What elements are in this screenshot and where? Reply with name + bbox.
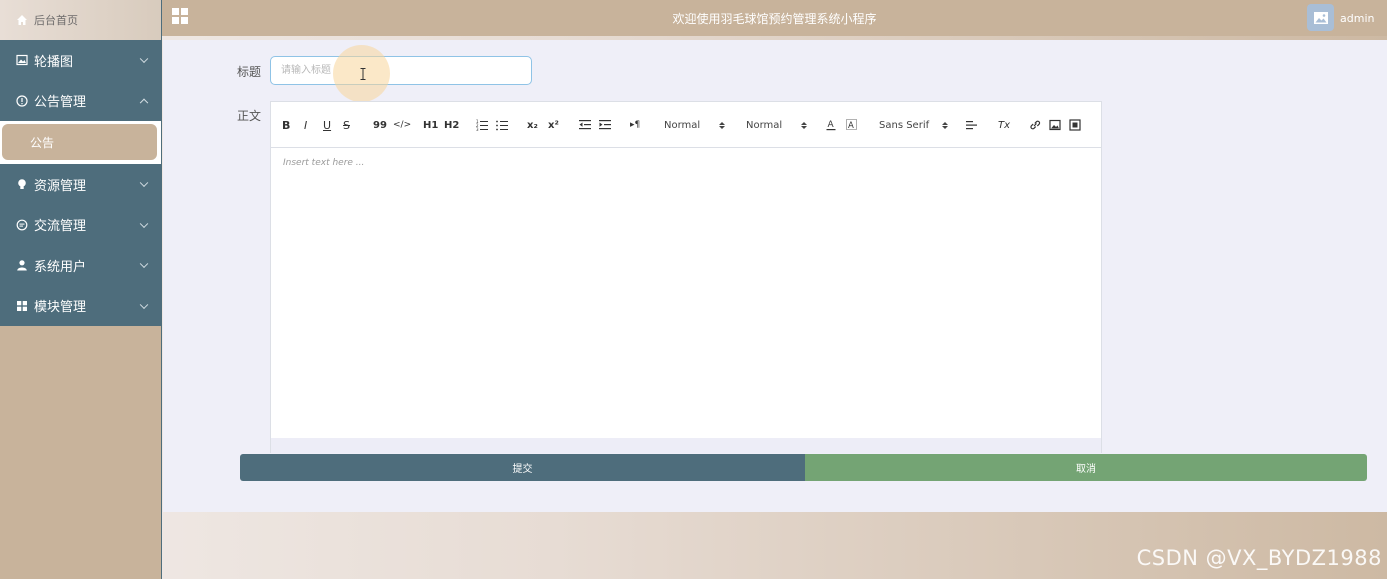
clear-format-button[interactable]: Tx [998, 117, 1010, 133]
svg-text:3: 3 [476, 127, 479, 132]
editor-toolbar: B I U S 99 </> H1 H2 123 x₂ x² ▸¶ Normal… [271, 102, 1101, 148]
header-select[interactable]: Normal [746, 117, 808, 133]
sidebar-item-resources[interactable]: 资源管理 [0, 164, 161, 205]
align-left-icon[interactable] [966, 117, 978, 133]
sidebar-item-label: 交流管理 [34, 219, 87, 235]
ordered-list-icon[interactable]: 123 [476, 117, 488, 133]
chevron-down-icon [139, 300, 149, 309]
svg-text:A: A [828, 120, 835, 130]
sidebar-home-label: 后台首页 [34, 14, 78, 27]
sidebar-item-label: 模块管理 [34, 300, 87, 316]
strike-button[interactable]: S [343, 117, 350, 133]
select-arrows-icon [719, 121, 725, 129]
image-icon [16, 54, 28, 66]
font-select-value: Sans Serif [879, 119, 930, 131]
cancel-button[interactable]: 取消 [805, 454, 1367, 481]
bullet-list-icon[interactable] [496, 117, 508, 133]
sidebar-item-label: 轮播图 [34, 54, 74, 70]
chevron-down-icon [139, 54, 149, 64]
h1-button[interactable]: H1 [423, 117, 438, 133]
sidebar-subitem-announcement[interactable]: 公告 [2, 124, 157, 160]
info-circle-icon [16, 95, 28, 107]
h2-button[interactable]: H2 [444, 117, 459, 133]
sidebar: 后台首页 轮播图 公告管理 公告 资源管理 交流管理 系统用户 模块管理 [0, 0, 162, 579]
editor-placeholder: Insert text here ... [283, 158, 365, 168]
select-arrows-icon [942, 121, 948, 129]
image-icon[interactable] [1049, 117, 1061, 133]
editor-content-area[interactable]: Insert text here ... [271, 148, 1101, 438]
underline-button[interactable]: U [323, 117, 331, 133]
svg-text:A: A [848, 121, 854, 131]
sidebar-item-carousel[interactable]: 轮播图 [0, 40, 161, 81]
avatar[interactable] [1307, 4, 1334, 31]
sidebar-item-modules[interactable]: 模块管理 [0, 286, 161, 327]
header-title: 欢迎使用羽毛球馆预约管理系统小程序 [672, 12, 877, 26]
home-icon [17, 15, 27, 25]
sidebar-item-label: 系统用户 [34, 259, 87, 275]
sidebar-menu: 轮播图 公告管理 公告 资源管理 交流管理 系统用户 模块管理 [0, 40, 161, 326]
sidebar-home-link[interactable]: 后台首页 [0, 0, 161, 40]
sidebar-item-announcements[interactable]: 公告管理 [0, 81, 161, 122]
chat-icon [16, 219, 28, 231]
grid-icon [16, 300, 28, 312]
bold-button[interactable]: B [282, 117, 290, 133]
text-direction-button[interactable]: ▸¶ [630, 117, 640, 133]
image-placeholder-icon [1313, 11, 1328, 24]
sidebar-item-label: 公告管理 [34, 95, 87, 111]
sidebar-submenu: 公告 [0, 121, 161, 164]
rich-text-editor: B I U S 99 </> H1 H2 123 x₂ x² ▸¶ Normal… [270, 101, 1102, 453]
title-label: 标题 [237, 65, 262, 79]
indent-icon[interactable] [599, 117, 611, 133]
text-cursor-icon [360, 68, 366, 80]
size-select[interactable]: Normal [664, 117, 726, 133]
chevron-up-icon [139, 98, 149, 107]
text-color-icon[interactable]: A [826, 117, 837, 133]
submit-button[interactable]: 提交 [240, 454, 805, 481]
title-input[interactable] [270, 56, 532, 85]
sidebar-item-communication[interactable]: 交流管理 [0, 205, 161, 246]
header-select-value: Normal [746, 119, 783, 131]
size-select-value: Normal [664, 119, 701, 131]
chevron-down-icon [139, 178, 149, 188]
chevron-down-icon [139, 259, 149, 269]
video-icon[interactable] [1069, 117, 1081, 133]
main-content: 标题 正文 B I U S 99 </> H1 H2 123 x₂ x² ▸¶ … [163, 40, 1387, 512]
chevron-down-icon [139, 219, 149, 228]
user-icon [16, 259, 28, 271]
lightbulb-icon [16, 178, 28, 190]
subscript-button[interactable]: x₂ [527, 117, 538, 133]
code-button[interactable]: </> [393, 117, 411, 133]
header-username[interactable]: admin [1340, 12, 1374, 25]
background-color-icon[interactable]: A [846, 117, 857, 133]
font-select[interactable]: Sans Serif [879, 117, 949, 133]
editor-footer-bar [271, 438, 1101, 453]
watermark: CSDN @VX_BYDZ1988 [1136, 546, 1382, 570]
body-label: 正文 [237, 109, 262, 123]
superscript-button[interactable]: x² [548, 117, 559, 133]
select-arrows-icon [801, 121, 807, 129]
sidebar-item-system-users[interactable]: 系统用户 [0, 245, 161, 286]
sidebar-item-label: 资源管理 [34, 178, 87, 194]
italic-button[interactable]: I [304, 117, 307, 133]
blockquote-button[interactable]: 99 [373, 117, 387, 133]
link-icon[interactable] [1029, 117, 1041, 133]
top-header: 欢迎使用羽毛球馆预约管理系统小程序 admin [162, 0, 1387, 36]
outdent-icon[interactable] [579, 117, 591, 133]
